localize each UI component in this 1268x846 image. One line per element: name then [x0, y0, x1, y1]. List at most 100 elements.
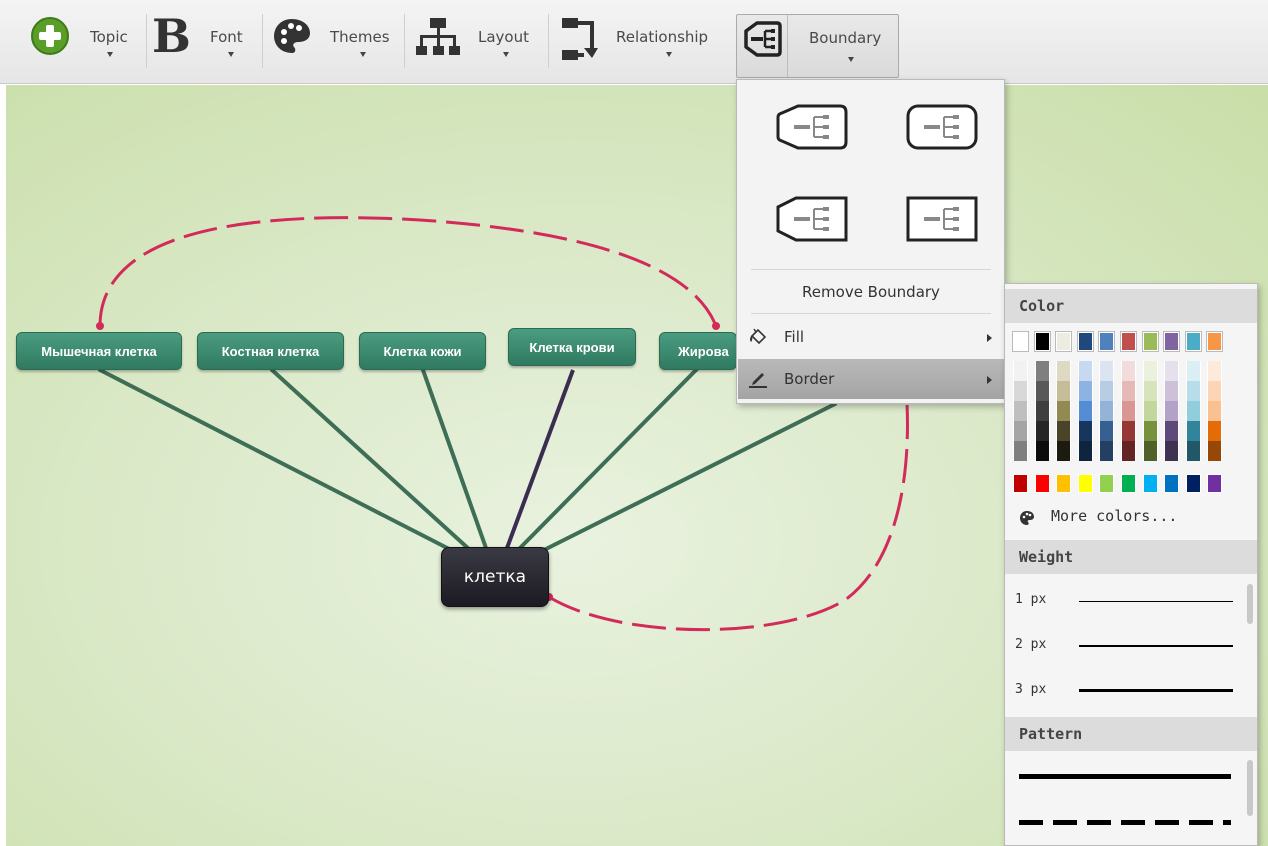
color-swatch[interactable]	[1013, 361, 1028, 381]
relationship-endpoint	[96, 322, 104, 330]
color-swatch[interactable]	[1206, 331, 1224, 352]
topic-node[interactable]: Костная клетка	[197, 332, 344, 370]
color-swatch[interactable]	[1142, 401, 1158, 421]
boundary-shape-rounded-polygon[interactable]	[767, 92, 857, 162]
color-swatch[interactable]	[1077, 441, 1093, 461]
color-header: Color	[1005, 289, 1257, 323]
color-swatch[interactable]	[1142, 421, 1158, 441]
color-swatch[interactable]	[1034, 381, 1050, 401]
color-swatch[interactable]	[1164, 441, 1180, 461]
color-swatch[interactable]	[1077, 381, 1093, 401]
weight-label: 2 px	[1015, 637, 1047, 652]
color-swatch[interactable]	[1033, 331, 1051, 352]
color-swatch[interactable]	[1099, 361, 1115, 381]
color-swatch[interactable]	[1098, 331, 1116, 352]
border-item[interactable]: Border	[738, 359, 1004, 399]
color-swatch[interactable]	[1034, 401, 1050, 421]
color-swatch[interactable]	[1099, 381, 1115, 401]
boundary-shape-polygon[interactable]	[767, 184, 857, 254]
color-swatch[interactable]	[1142, 441, 1158, 461]
color-swatch[interactable]	[1163, 331, 1181, 352]
color-swatch[interactable]	[1034, 361, 1050, 381]
color-swatch[interactable]	[1121, 361, 1136, 381]
color-swatch[interactable]	[1185, 441, 1201, 461]
color-swatch[interactable]	[1012, 331, 1029, 352]
color-swatch[interactable]	[1099, 474, 1115, 493]
fill-item[interactable]: Fill	[738, 319, 1004, 355]
central-topic[interactable]: клетка	[441, 547, 549, 607]
color-swatch[interactable]	[1207, 441, 1223, 461]
color-swatch[interactable]	[1185, 361, 1201, 381]
color-swatch[interactable]	[1121, 421, 1136, 441]
pattern-solid[interactable]	[1019, 774, 1231, 779]
color-swatch[interactable]	[1056, 474, 1072, 493]
topic-node[interactable]: Клетка крови	[508, 328, 636, 366]
color-swatch[interactable]	[1164, 381, 1180, 401]
color-swatch[interactable]	[1207, 381, 1223, 401]
color-swatch[interactable]	[1077, 474, 1093, 493]
color-swatch[interactable]	[1099, 401, 1115, 421]
more-colors-link[interactable]: More colors...	[1015, 505, 1235, 531]
color-swatch[interactable]	[1099, 441, 1115, 461]
topic-node[interactable]: Жирова	[659, 332, 737, 370]
color-swatch[interactable]	[1055, 331, 1073, 352]
connector-line	[270, 368, 472, 552]
color-swatch[interactable]	[1142, 381, 1158, 401]
boundary-shape-rounded-rect[interactable]	[897, 92, 987, 162]
color-swatch[interactable]	[1034, 474, 1050, 493]
pattern-dashed[interactable]	[1019, 820, 1231, 825]
weight-scrollbar[interactable]	[1247, 584, 1253, 624]
color-swatch[interactable]	[1013, 441, 1028, 461]
color-swatch[interactable]	[1056, 381, 1072, 401]
color-swatch[interactable]	[1013, 421, 1028, 441]
color-swatch[interactable]	[1121, 474, 1136, 493]
color-swatch[interactable]	[1207, 421, 1223, 441]
color-swatch[interactable]	[1185, 474, 1201, 493]
color-swatch[interactable]	[1013, 401, 1028, 421]
color-swatch[interactable]	[1121, 401, 1136, 421]
color-swatch[interactable]	[1164, 421, 1180, 441]
color-swatch[interactable]	[1184, 331, 1202, 352]
weight-option-3px[interactable]: 3 px	[1015, 676, 1241, 706]
color-swatch[interactable]	[1120, 331, 1137, 352]
color-swatch[interactable]	[1121, 441, 1136, 461]
color-swatch[interactable]	[1185, 421, 1201, 441]
color-swatch[interactable]	[1164, 361, 1180, 381]
more-colors-label: More colors...	[1051, 507, 1178, 525]
color-swatch[interactable]	[1099, 421, 1115, 441]
color-swatch[interactable]	[1207, 401, 1223, 421]
color-swatch[interactable]	[1056, 361, 1072, 381]
color-swatch[interactable]	[1185, 401, 1201, 421]
pattern-scrollbar[interactable]	[1247, 760, 1253, 816]
color-swatch[interactable]	[1207, 361, 1223, 381]
color-swatch[interactable]	[1076, 331, 1094, 352]
color-swatch[interactable]	[1013, 381, 1028, 401]
topic-node[interactable]: Клетка кожи	[359, 332, 486, 370]
color-swatch[interactable]	[1185, 381, 1201, 401]
connector-line	[518, 366, 700, 550]
color-swatch[interactable]	[1077, 401, 1093, 421]
weight-option-2px[interactable]: 2 px	[1015, 631, 1241, 661]
color-swatch[interactable]	[1077, 421, 1093, 441]
color-swatch[interactable]	[1077, 361, 1093, 381]
color-swatch[interactable]	[1142, 361, 1158, 381]
color-swatch[interactable]	[1141, 331, 1159, 352]
color-swatch[interactable]	[1207, 474, 1223, 493]
color-swatch[interactable]	[1164, 474, 1180, 493]
pattern-header: Pattern	[1005, 717, 1257, 751]
color-swatch[interactable]	[1121, 381, 1136, 401]
boundary-rounded-polygon-icon	[776, 104, 848, 150]
submenu-arrow-icon	[987, 334, 992, 342]
topic-node[interactable]: Мышечная клетка	[16, 332, 182, 370]
color-swatch[interactable]	[1056, 441, 1072, 461]
remove-boundary-item[interactable]: Remove Boundary	[738, 274, 1004, 310]
color-swatch[interactable]	[1142, 474, 1158, 493]
weight-option-1px[interactable]: 1 px	[1015, 586, 1241, 616]
color-swatch[interactable]	[1056, 401, 1072, 421]
color-swatch[interactable]	[1034, 441, 1050, 461]
boundary-shape-rect[interactable]	[897, 184, 987, 254]
color-swatch[interactable]	[1013, 474, 1028, 493]
color-swatch[interactable]	[1034, 421, 1050, 441]
color-swatch[interactable]	[1056, 421, 1072, 441]
color-swatch[interactable]	[1164, 401, 1180, 421]
